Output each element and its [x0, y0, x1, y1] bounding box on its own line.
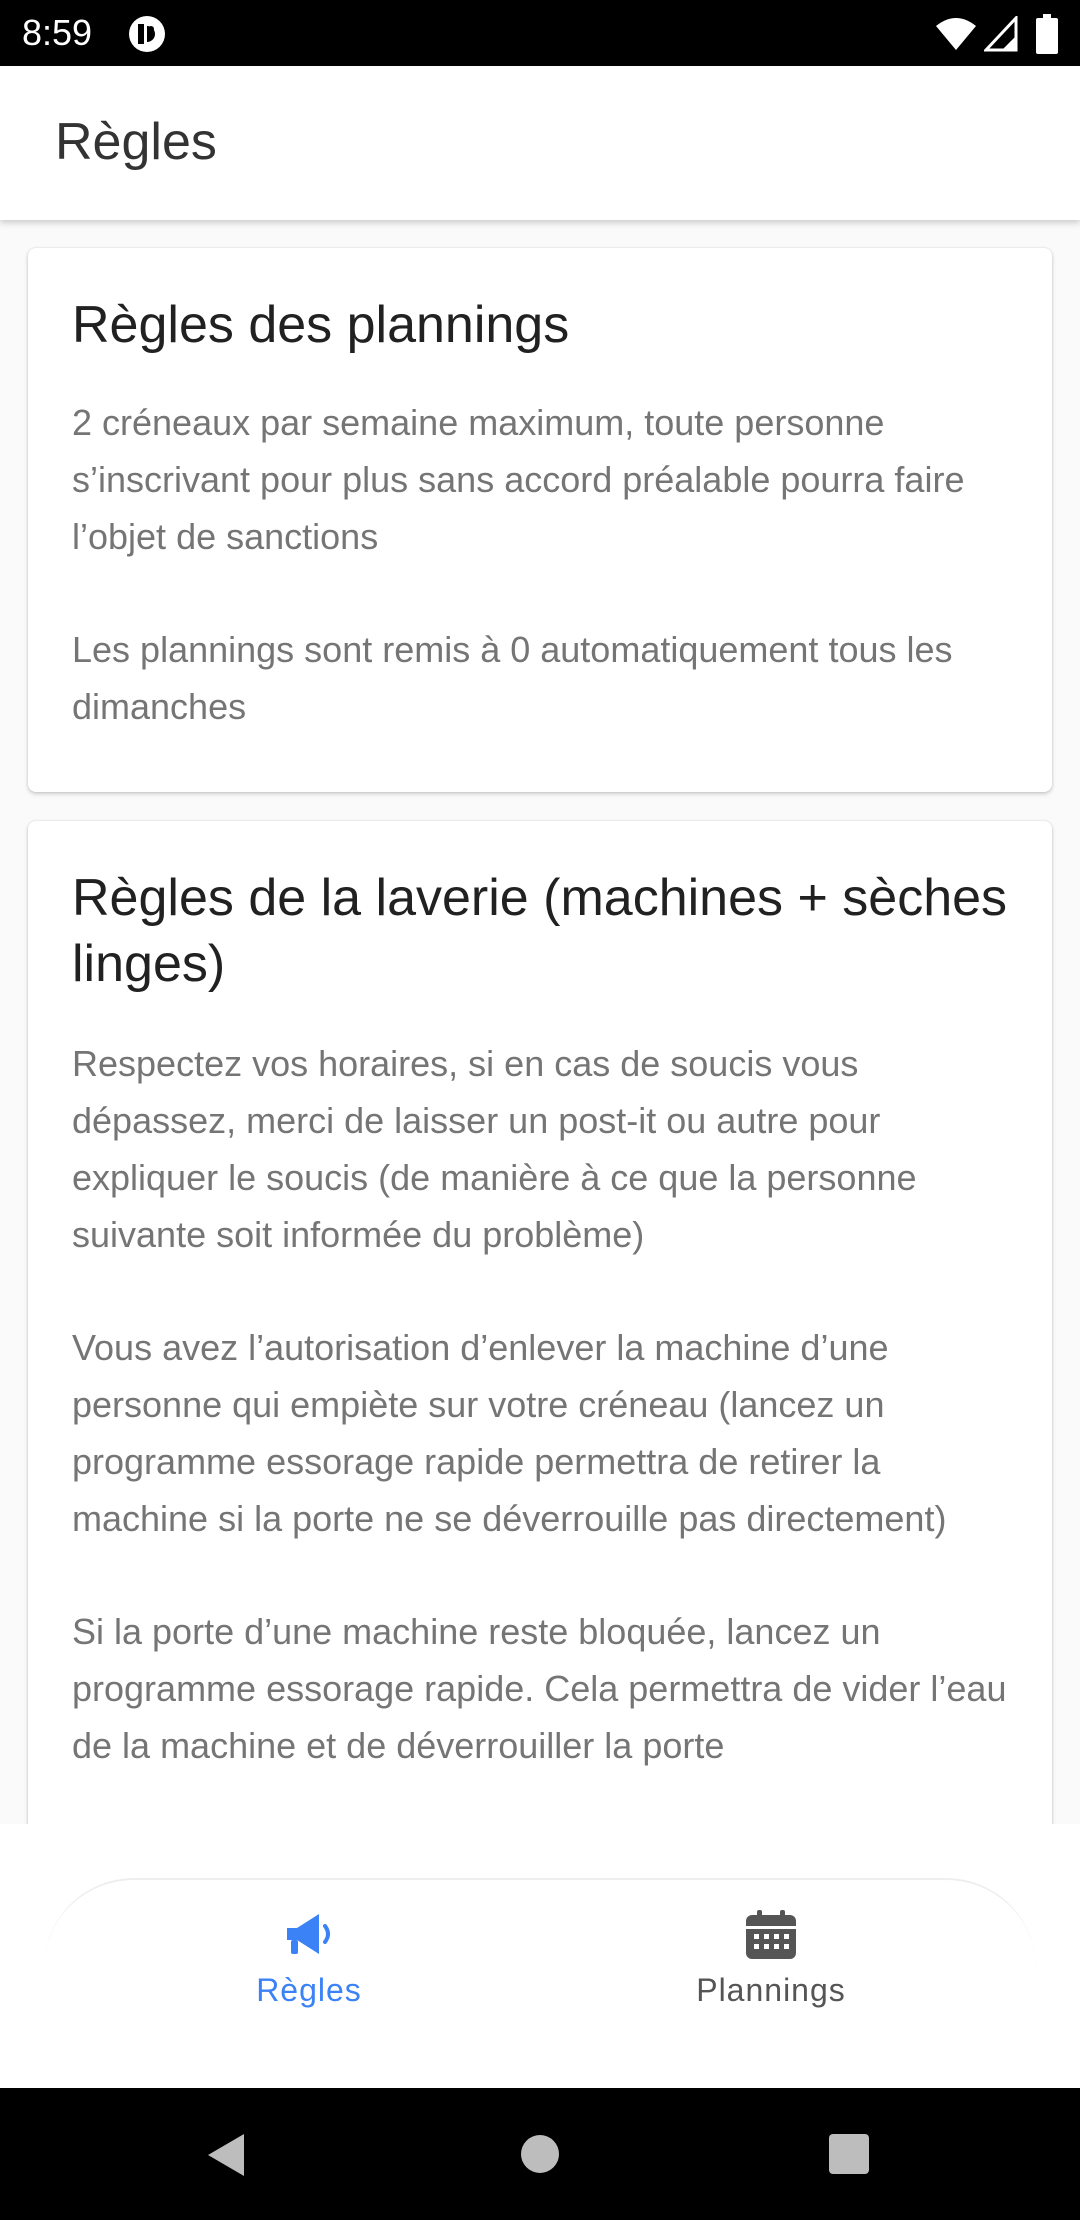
card-title: Règles de la laverie (machines + sèches … [72, 869, 1008, 993]
back-icon[interactable] [204, 2132, 248, 2178]
card-paragraph: Les plannings sont remis à 0 automatique… [72, 629, 953, 727]
recents-icon[interactable] [829, 2134, 869, 2174]
nav-item-regles[interactable]: Règles [159, 1906, 459, 2010]
app-notification-icon [129, 16, 165, 52]
nav-label: Plannings [696, 1972, 846, 2008]
rules-card-laverie: Règles de la laverie (machines + sèches … [28, 821, 1052, 1824]
signal-icon [984, 16, 1018, 52]
card-paragraph: Si la porte d’une machine reste bloquée,… [72, 1611, 1007, 1766]
status-time: 8:59 [22, 12, 93, 53]
card-paragraph: 2 créneaux par semaine maximum, toute pe… [72, 402, 965, 557]
megaphone-icon [287, 1914, 330, 1954]
nav-label: Règles [256, 1972, 362, 2008]
card-paragraph: Respectez vos horaires, si en cas de sou… [72, 1043, 917, 1255]
home-icon[interactable] [520, 2134, 560, 2174]
status-bar: 8:59 [0, 0, 1080, 66]
page-title: Règles [55, 113, 217, 171]
system-navigation-bar [0, 2088, 1080, 2220]
card-title: Règles des plannings [72, 296, 570, 354]
rules-content[interactable]: Règles des plannings 2 créneaux par sema… [0, 220, 1080, 1824]
app-bar: Règles [0, 66, 1080, 220]
wifi-icon [936, 18, 976, 50]
bottom-navigation: Règles Plannings [0, 1824, 1080, 2090]
battery-icon [1036, 14, 1058, 54]
card-paragraph: Vous avez l’autorisation d’enlever la ma… [72, 1327, 947, 1539]
rules-card-plannings: Règles des plannings 2 créneaux par sema… [28, 248, 1052, 792]
calendar-icon [746, 1910, 796, 1959]
nav-item-plannings[interactable]: Plannings [621, 1906, 921, 2010]
